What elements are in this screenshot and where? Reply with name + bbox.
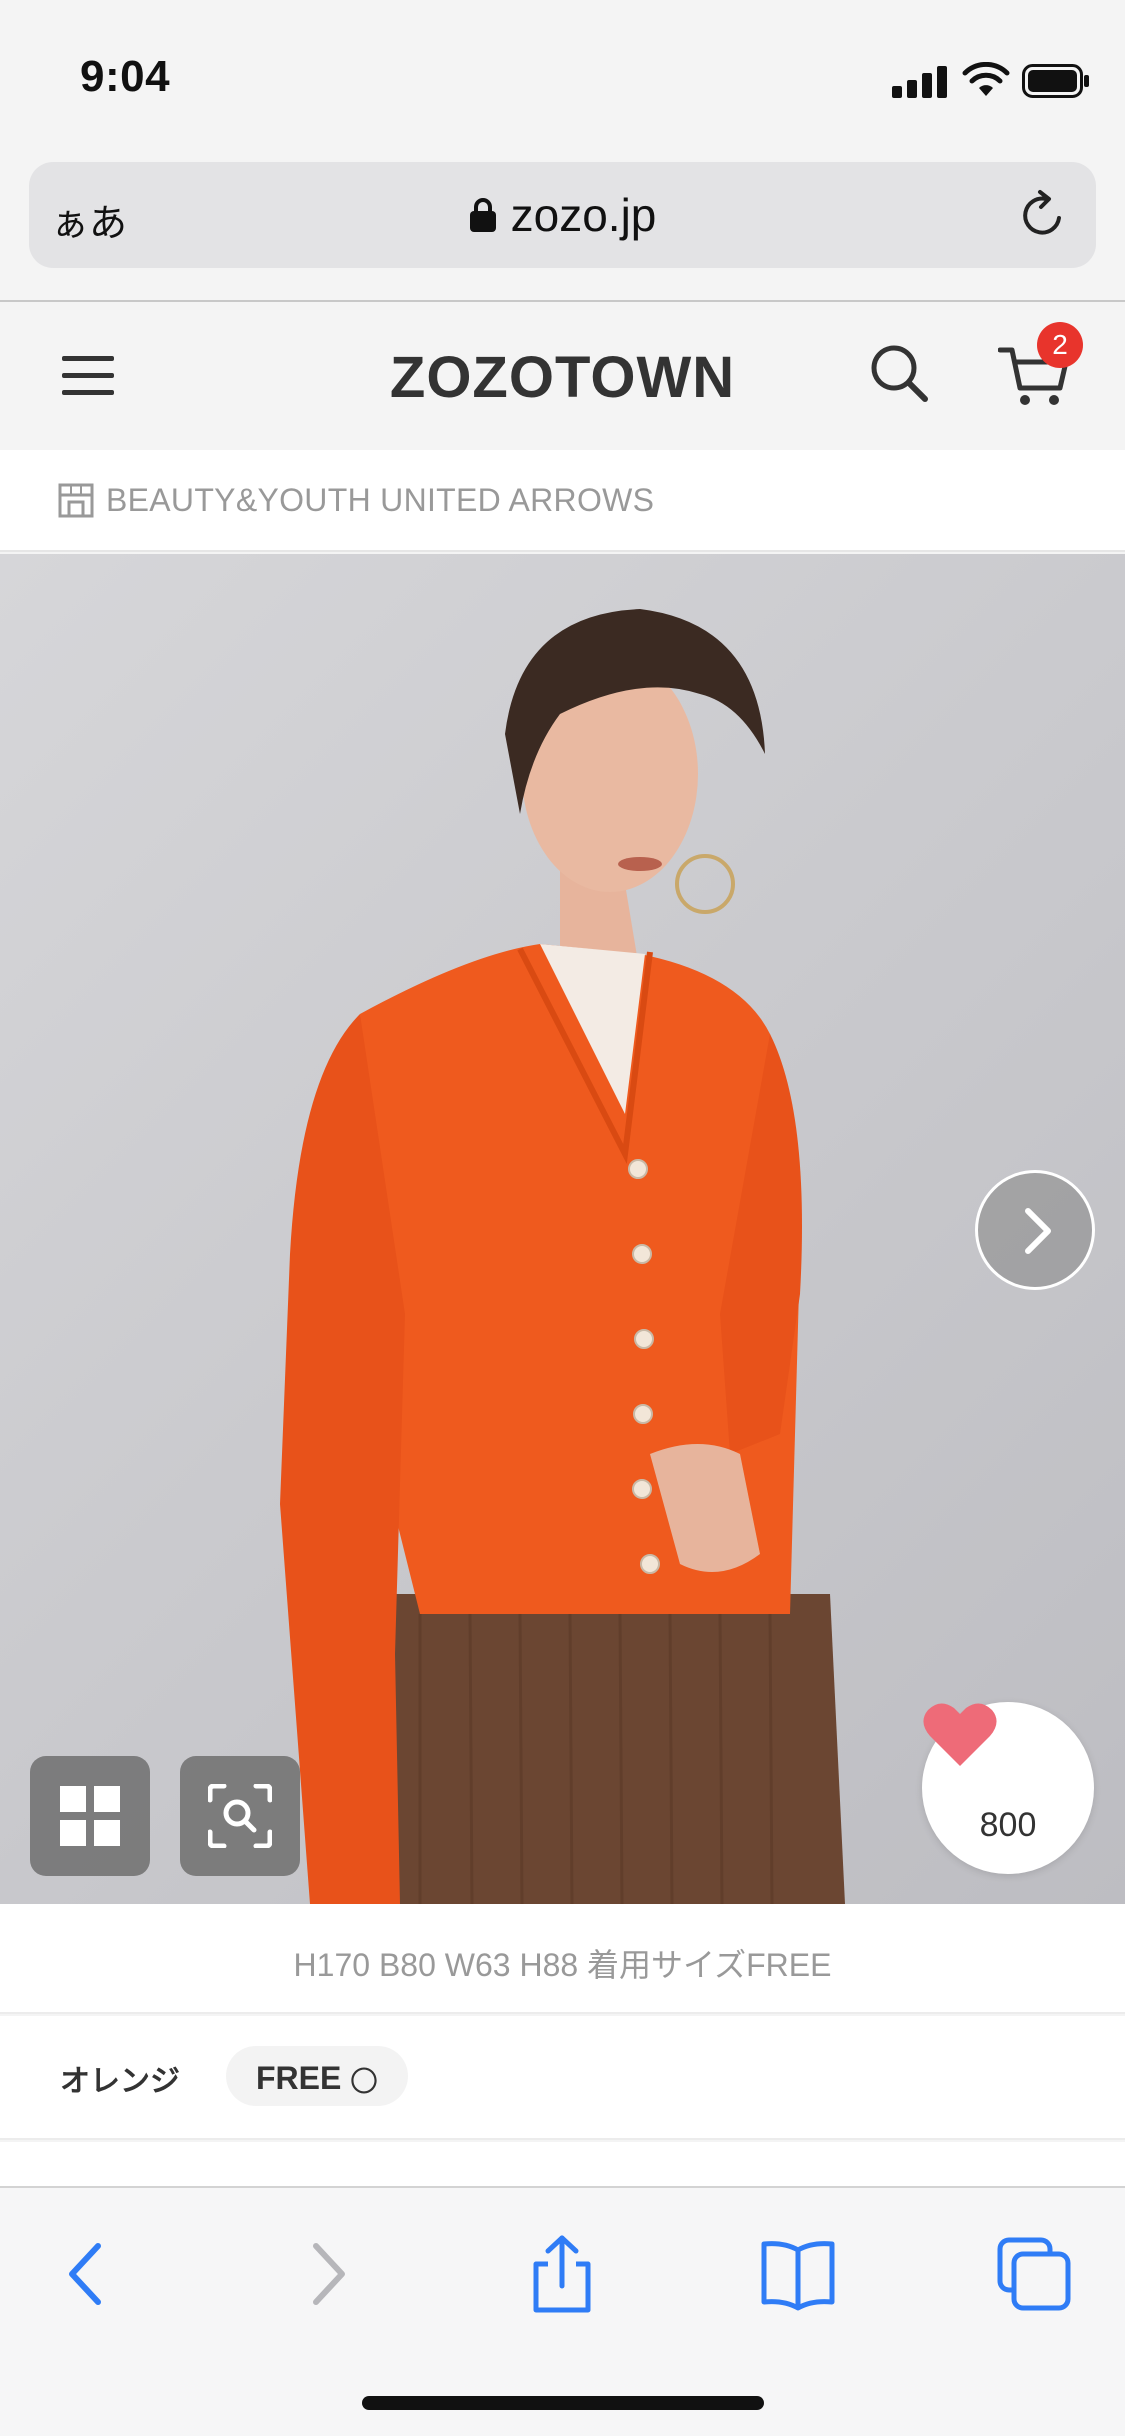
battery-icon xyxy=(1022,64,1089,98)
product-image[interactable]: 800 xyxy=(0,554,1125,1904)
tabs-icon[interactable] xyxy=(994,2234,1074,2314)
brand-name-link[interactable]: BEAUTY&YOUTH UNITED ARROWS xyxy=(106,482,654,519)
lock-icon xyxy=(469,198,496,232)
grid-icon xyxy=(60,1786,120,1846)
image-grid-button[interactable] xyxy=(30,1756,150,1876)
back-icon[interactable] xyxy=(46,2234,126,2314)
variant-row: オレンジ FREE 〇 xyxy=(0,2016,1125,2140)
address-bar[interactable]: ぁあ zozo.jp xyxy=(29,162,1096,268)
model-info-row: H170 B80 W63 H88 着用サイズFREE xyxy=(0,1904,1125,2014)
like-button[interactable]: 800 xyxy=(922,1702,1094,1874)
color-name: オレンジ xyxy=(60,2065,180,2098)
next-row xyxy=(0,2142,1125,2186)
size-option-chip[interactable]: FREE 〇 xyxy=(226,2046,408,2106)
stock-status-mark: 〇 xyxy=(350,2066,379,2097)
status-time: 9:04 xyxy=(80,52,171,101)
cart-count-badge: 2 xyxy=(1037,322,1083,368)
wifi-icon xyxy=(962,62,1010,96)
status-bar: 9:04 xyxy=(0,0,1125,150)
chevron-right-icon xyxy=(1025,1208,1051,1254)
model-info-text: H170 B80 W63 H88 着用サイズFREE xyxy=(293,1947,832,1983)
image-search-button[interactable] xyxy=(180,1756,300,1876)
search-icon[interactable] xyxy=(868,342,930,404)
next-image-button[interactable] xyxy=(975,1170,1095,1290)
reload-icon[interactable] xyxy=(1016,188,1070,242)
home-indicator xyxy=(362,2396,764,2410)
site-header: ZOZOTOWN xyxy=(0,302,1125,450)
cellular-signal-icon xyxy=(892,66,948,98)
store-icon xyxy=(58,483,94,518)
url-text: zozo.jp xyxy=(510,189,657,241)
size-label: FREE xyxy=(256,2060,342,2096)
url-display[interactable]: zozo.jp xyxy=(29,188,1096,242)
image-search-icon xyxy=(208,1784,272,1848)
heart-icon xyxy=(923,1703,997,1766)
forward-icon[interactable] xyxy=(288,2234,368,2314)
bookmarks-icon[interactable] xyxy=(758,2234,838,2314)
like-count: 800 xyxy=(979,1806,1037,1844)
brand-row[interactable]: BEAUTY&YOUTH UNITED ARROWS xyxy=(0,450,1125,552)
share-icon[interactable] xyxy=(522,2234,602,2314)
site-logo[interactable]: ZOZOTOWN xyxy=(0,344,1125,411)
